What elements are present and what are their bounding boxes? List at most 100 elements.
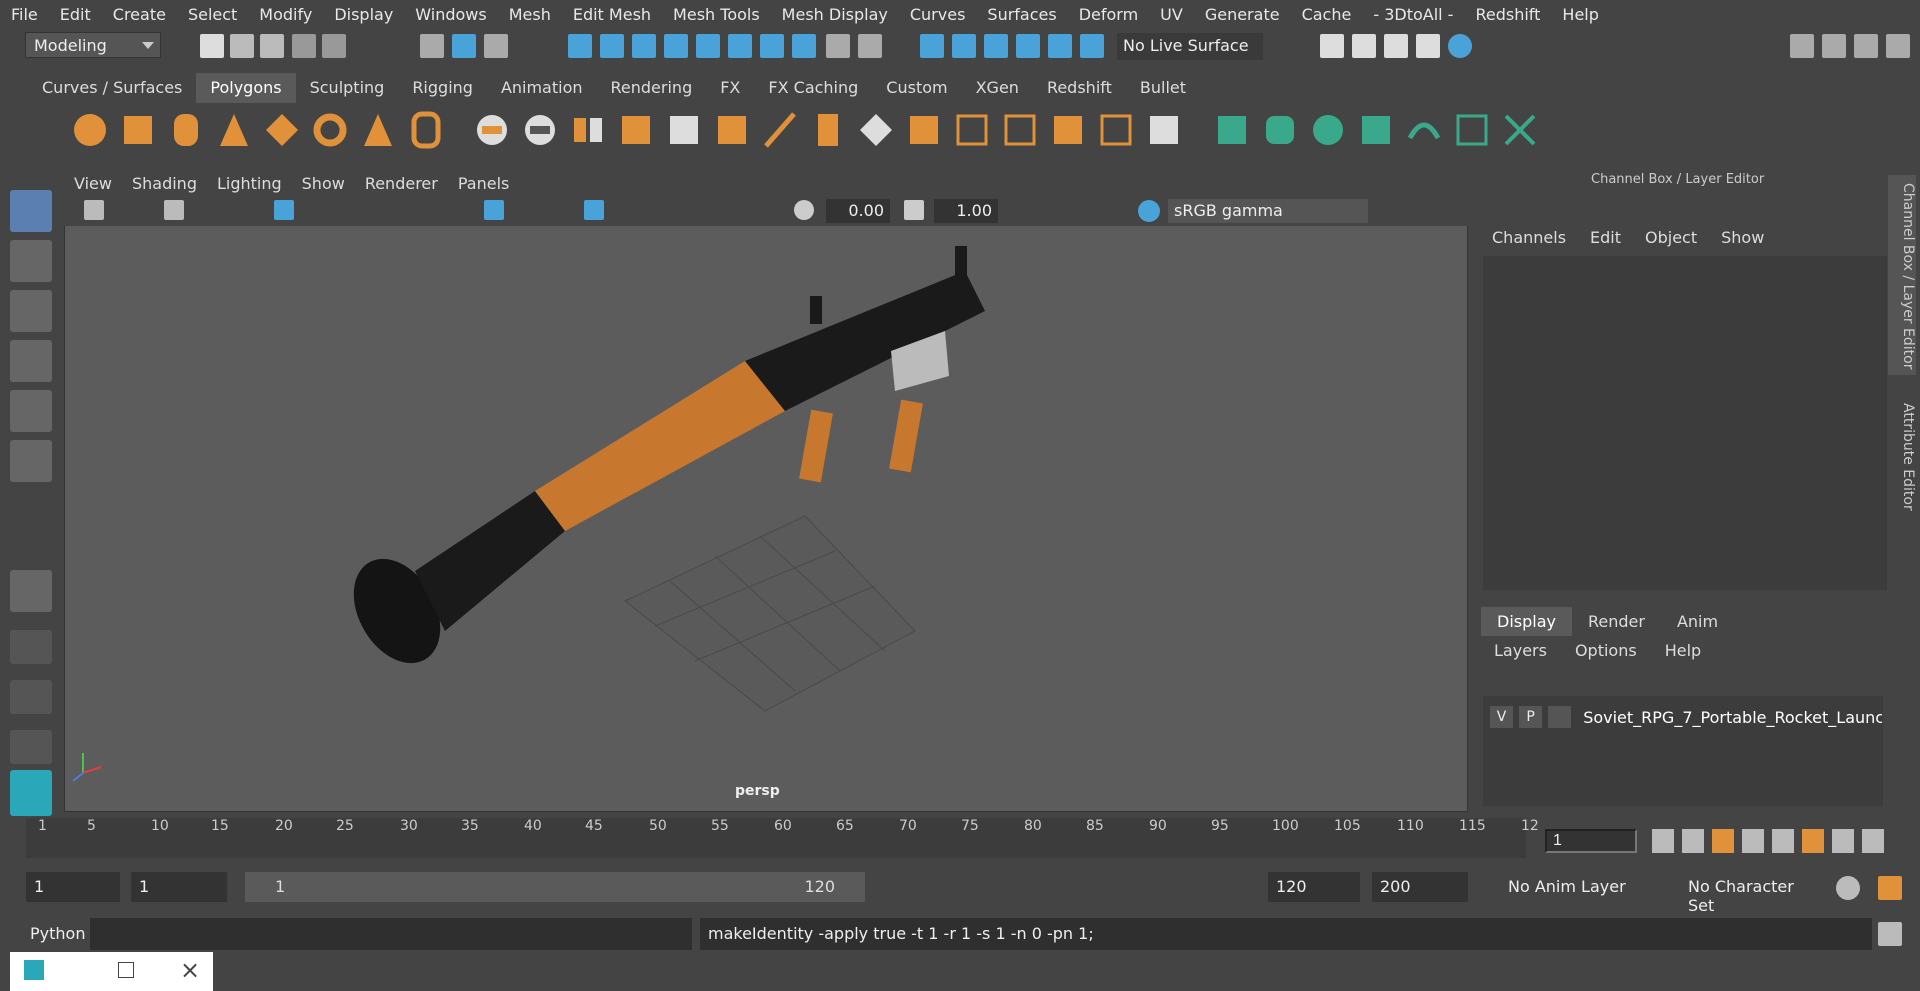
undo-icon[interactable]: [292, 34, 316, 58]
command-input[interactable]: [90, 918, 692, 950]
select-component-icon[interactable]: [484, 34, 508, 58]
modeling-toolkit-icon[interactable]: [1790, 34, 1814, 58]
snap-grid-icon[interactable]: [568, 34, 592, 58]
uv-auto-icon[interactable]: [1356, 108, 1396, 154]
menu-help[interactable]: Help: [1551, 5, 1609, 24]
select-object-icon[interactable]: [452, 34, 476, 58]
anim-layer-select[interactable]: No Anim Layer: [1500, 872, 1660, 902]
poly-cube-icon[interactable]: [118, 108, 158, 154]
playback-start-field[interactable]: 1: [131, 872, 227, 902]
poly-cylinder-icon[interactable]: [166, 108, 206, 154]
layout-outliner-icon[interactable]: [10, 680, 52, 714]
magnet4-icon[interactable]: [1080, 34, 1104, 58]
uv-layout-icon[interactable]: [1452, 108, 1492, 154]
channel-menu-object[interactable]: Object: [1633, 228, 1709, 247]
layer-visibility-toggle[interactable]: V: [1490, 706, 1514, 728]
poly-cone-icon[interactable]: [214, 108, 254, 154]
uv-planar-icon[interactable]: [1212, 108, 1252, 154]
snap-curve-icon[interactable]: [600, 34, 624, 58]
shelf-tab-redshift[interactable]: Redshift: [1033, 73, 1126, 103]
layer-name[interactable]: Soviet_RPG_7_Portable_Rocket_Launch: [1583, 708, 1882, 727]
colorspace-select[interactable]: sRGB gamma: [1168, 199, 1368, 223]
snap-plane-icon[interactable]: [728, 34, 752, 58]
bool-icon[interactable]: [664, 108, 704, 154]
shelf-tab-curves-surfaces[interactable]: Curves / Surfaces: [28, 73, 196, 103]
shelf-tab-custom[interactable]: Custom: [872, 73, 961, 103]
bookmark-icon[interactable]: [164, 200, 184, 220]
redo-icon[interactable]: [322, 34, 346, 58]
shelf-tab-rigging[interactable]: Rigging: [398, 73, 487, 103]
grid-icon[interactable]: [274, 200, 294, 220]
history-icon[interactable]: [920, 34, 944, 58]
step-back-icon[interactable]: [1682, 829, 1704, 853]
range-slider[interactable]: 1 120: [245, 872, 865, 902]
channel-box-icon[interactable]: [1886, 34, 1910, 58]
merge-icon[interactable]: [1048, 108, 1088, 154]
menu-edit[interactable]: Edit: [49, 5, 102, 24]
poly-torus-icon[interactable]: [310, 108, 350, 154]
fill-hole-icon[interactable]: [1144, 108, 1184, 154]
lasso-tool-icon[interactable]: [10, 240, 52, 282]
layer-tab-anim[interactable]: Anim: [1661, 607, 1734, 636]
magnet-icon[interactable]: [984, 34, 1008, 58]
playback-end-field[interactable]: 120: [1268, 872, 1360, 902]
poly-pyramid-icon[interactable]: [358, 108, 398, 154]
gamma-field[interactable]: 1.00: [934, 199, 998, 223]
menu-mesh[interactable]: Mesh: [498, 5, 562, 24]
current-frame-field[interactable]: [1545, 829, 1637, 853]
command-language[interactable]: Python: [30, 924, 85, 943]
play-forward-icon[interactable]: [1772, 829, 1794, 853]
menu-cache[interactable]: Cache: [1291, 5, 1363, 24]
gamma-icon[interactable]: [904, 200, 924, 220]
layer-menu-help[interactable]: Help: [1651, 641, 1715, 660]
maya-app-icon[interactable]: [24, 960, 44, 980]
mode-selector[interactable]: Modeling: [25, 32, 161, 58]
shelf-tab-fx-caching[interactable]: FX Caching: [754, 73, 872, 103]
play-back-icon[interactable]: [1742, 829, 1764, 853]
viewport-menu-shading[interactable]: Shading: [122, 174, 207, 193]
layer-tab-render[interactable]: Render: [1572, 607, 1661, 636]
maximize-icon[interactable]: [118, 962, 134, 978]
shelf-tab-xgen[interactable]: XGen: [962, 73, 1033, 103]
menu-generate[interactable]: Generate: [1194, 5, 1291, 24]
shelf-tab-polygons[interactable]: Polygons: [196, 73, 296, 103]
knife-icon[interactable]: [760, 108, 800, 154]
average-icon[interactable]: [712, 108, 752, 154]
rotate-tool-icon[interactable]: [10, 390, 52, 432]
menu-select[interactable]: Select: [177, 5, 248, 24]
lock-icon[interactable]: [826, 34, 850, 58]
tool-settings-icon[interactable]: [1854, 34, 1878, 58]
film-icon[interactable]: [760, 34, 784, 58]
shelf-tab-sculpting[interactable]: Sculpting: [296, 73, 399, 103]
exposure-icon[interactable]: [794, 200, 814, 220]
uv-unfold-icon[interactable]: [1404, 108, 1444, 154]
next-key-icon[interactable]: [1802, 829, 1824, 853]
move-tool-icon[interactable]: [10, 340, 52, 382]
scale-tool-icon[interactable]: [10, 440, 52, 482]
combine-icon[interactable]: [472, 108, 512, 154]
new-scene-icon[interactable]: [200, 34, 224, 58]
layer-menu-layers[interactable]: Layers: [1480, 641, 1561, 660]
close-icon[interactable]: ×: [180, 956, 200, 984]
live-surface-field[interactable]: No Live Surface: [1117, 33, 1263, 60]
layout-four-icon[interactable]: [10, 630, 52, 664]
bridge-icon[interactable]: [808, 108, 848, 154]
layer-playback-toggle[interactable]: P: [1519, 706, 1543, 728]
character-set-select[interactable]: No Character Set: [1680, 872, 1830, 915]
select-hierarchy-icon[interactable]: [420, 34, 444, 58]
render-view-icon[interactable]: [1416, 34, 1440, 58]
shelf-tab-rendering[interactable]: Rendering: [597, 73, 707, 103]
menu-mesh-tools[interactable]: Mesh Tools: [662, 5, 771, 24]
attribute-editor-icon[interactable]: [1822, 34, 1846, 58]
separate-icon[interactable]: [520, 108, 560, 154]
shelf-tab-bullet[interactable]: Bullet: [1126, 73, 1200, 103]
uv-spherical-icon[interactable]: [1308, 108, 1348, 154]
poly-sphere-icon[interactable]: [70, 108, 110, 154]
viewport-menu-panels[interactable]: Panels: [448, 174, 520, 193]
open-scene-icon[interactable]: [230, 34, 254, 58]
camera-icon[interactable]: [84, 200, 104, 220]
exposure-field[interactable]: 0.00: [826, 199, 890, 223]
side-tab-channel-box[interactable]: Channel Box / Layer Editor: [1888, 175, 1916, 375]
step-forward-icon[interactable]: [1832, 829, 1854, 853]
scene-start-field[interactable]: 1: [26, 872, 120, 902]
